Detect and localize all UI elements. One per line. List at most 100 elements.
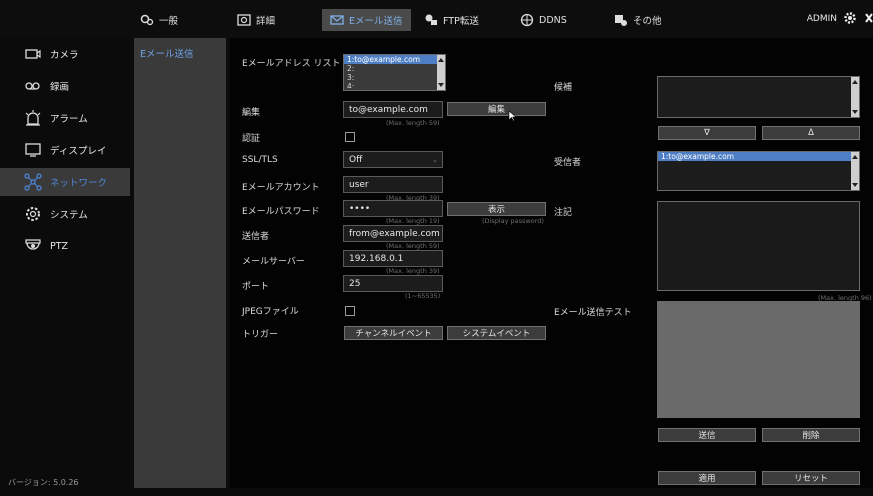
sidebar-item-display[interactable]: ディスプレイ: [0, 136, 130, 164]
server-label: メールサーバー: [242, 257, 305, 267]
network-icon: [24, 173, 42, 191]
monitor-icon: [25, 143, 41, 157]
delete-button[interactable]: 削除: [762, 428, 860, 442]
list-scrollbar[interactable]: [437, 55, 445, 90]
list-item[interactable]: 3:: [344, 73, 445, 82]
tab-other[interactable]: その他: [614, 9, 662, 31]
gear-group-icon: [140, 14, 154, 26]
candidate-list[interactable]: [657, 76, 860, 118]
ssl-label: SSL/TLS: [242, 155, 278, 165]
sender-field[interactable]: from@example.com: [343, 225, 443, 242]
subnav-item-email[interactable]: Eメール送信: [140, 46, 194, 60]
subnav-panel: [134, 38, 226, 488]
reset-button[interactable]: リセット: [762, 471, 860, 485]
note-textarea[interactable]: [657, 201, 860, 291]
tab-label: 詳細: [256, 16, 276, 27]
user-name: ADMIN: [806, 14, 837, 24]
chevron-down-icon: ⌄: [432, 156, 438, 164]
send-button[interactable]: 送信: [658, 428, 756, 442]
top-tab-bar: 一般 詳細 Eメール送信 FTP転送 DDNS その他 ADMIN: [0, 0, 873, 38]
sidebar-item-system[interactable]: システム: [0, 200, 130, 228]
note-label: 注記: [554, 208, 573, 218]
trigger-label: トリガー: [242, 330, 279, 340]
sidebar-item-record[interactable]: 録画: [0, 72, 130, 100]
password-field[interactable]: ••••: [343, 200, 443, 217]
globe-icon: [520, 13, 534, 27]
auth-checkbox[interactable]: [345, 132, 355, 142]
sidebar-item-camera[interactable]: カメラ: [0, 40, 130, 68]
move-down-button[interactable]: ∇: [658, 126, 756, 140]
tab-label: その他: [633, 16, 662, 27]
system-gear-icon: [26, 207, 40, 221]
candidate-scrollbar[interactable]: [851, 77, 859, 117]
tab-label: Eメール送信: [349, 16, 403, 27]
gear-icon[interactable]: [843, 11, 857, 25]
password-hint: (Max. length 19): [386, 217, 440, 225]
alarm-icon: [25, 110, 41, 126]
sidebar-item-label: カメラ: [50, 50, 79, 61]
apply-button[interactable]: 適用: [658, 471, 756, 485]
jpeg-label: JPEGファイル: [242, 307, 299, 317]
list-item[interactable]: 4:: [344, 82, 445, 88]
recipient-label: 受信者: [554, 158, 582, 168]
tab-email[interactable]: Eメール送信: [322, 9, 411, 31]
record-icon: [25, 82, 40, 90]
version-text: バージョン: 5.0.26: [8, 478, 79, 487]
tab-advanced[interactable]: 詳細: [237, 9, 275, 31]
sidebar-item-label: PTZ: [50, 240, 69, 252]
tab-general[interactable]: 一般: [140, 9, 178, 31]
jpeg-checkbox[interactable]: [345, 306, 355, 316]
sidebar-item-label: ネットワーク: [50, 178, 108, 189]
ftp-icon: [425, 14, 437, 25]
auth-label: 認証: [242, 134, 261, 144]
tab-ftp[interactable]: FTP転送: [424, 9, 479, 31]
sidebar-item-label: 録画: [50, 82, 70, 93]
ssl-selected-value: Off: [349, 155, 363, 165]
account-field[interactable]: user: [343, 176, 443, 193]
port-field[interactable]: 25: [343, 275, 443, 292]
sidebar-item-alarm[interactable]: アラーム: [0, 104, 130, 132]
tab-ddns[interactable]: DDNS: [520, 9, 567, 31]
sidebar-item-label: アラーム: [50, 114, 88, 125]
edit-email-field[interactable]: to@example.com: [343, 101, 443, 118]
system-event-button[interactable]: システムイベント: [447, 326, 546, 340]
sidebar-item-network[interactable]: ネットワーク: [0, 168, 130, 196]
show-password-hint: (Display password): [482, 217, 544, 225]
server-field[interactable]: 192.168.0.1: [343, 250, 443, 267]
list-item[interactable]: 2:: [344, 64, 445, 73]
ptz-camera-icon: [25, 239, 41, 250]
test-label: Eメール送信テスト: [554, 308, 632, 318]
sidebar-item-label: システム: [50, 210, 88, 221]
camera-icon: [25, 49, 41, 59]
candidate-label: 候補: [554, 83, 573, 93]
list-item[interactable]: 1:to@example.com: [658, 152, 851, 161]
edit-hint: (Max. length 59): [386, 119, 440, 127]
show-password-button[interactable]: 表示: [447, 202, 546, 216]
ssl-select[interactable]: Off ⌄: [343, 151, 443, 168]
edit-button[interactable]: 編集: [447, 102, 546, 116]
password-label: Eメールパスワード: [242, 207, 320, 217]
misc-icon: [615, 15, 627, 26]
recipient-list[interactable]: 1:to@example.com: [657, 151, 860, 191]
sender-label: 送信者: [242, 232, 270, 242]
recipient-scrollbar[interactable]: [851, 152, 859, 190]
account-label: Eメールアカウント: [242, 183, 320, 193]
channel-event-button[interactable]: チャンネルイベント: [344, 326, 443, 340]
edit-label: 編集: [242, 108, 261, 118]
tab-label: DDNS: [539, 14, 567, 26]
server-hint: (Max. length 39): [386, 267, 440, 275]
move-up-button[interactable]: Δ: [762, 126, 860, 140]
list-item[interactable]: 1:to@example.com: [344, 55, 445, 64]
tab-label: 一般: [159, 16, 179, 27]
sender-hint: (Max. length 59): [386, 242, 440, 250]
sidebar-item-ptz[interactable]: PTZ: [0, 232, 130, 260]
envelope-icon: [330, 15, 344, 25]
tab-label: FTP転送: [443, 16, 479, 27]
port-label: ポート: [242, 282, 270, 292]
mouse-cursor-icon: [508, 110, 517, 122]
close-icon[interactable]: [865, 12, 873, 24]
email-list-label: Eメールアドレス リスト: [242, 59, 341, 69]
sidebar-item-label: ディスプレイ: [50, 146, 107, 157]
email-address-list[interactable]: 1:to@example.com 2: 3: 4:: [343, 54, 446, 91]
sidebar: カメラ 録画 アラーム ディスプレイ ネットワーク システム PTZ: [0, 38, 130, 496]
